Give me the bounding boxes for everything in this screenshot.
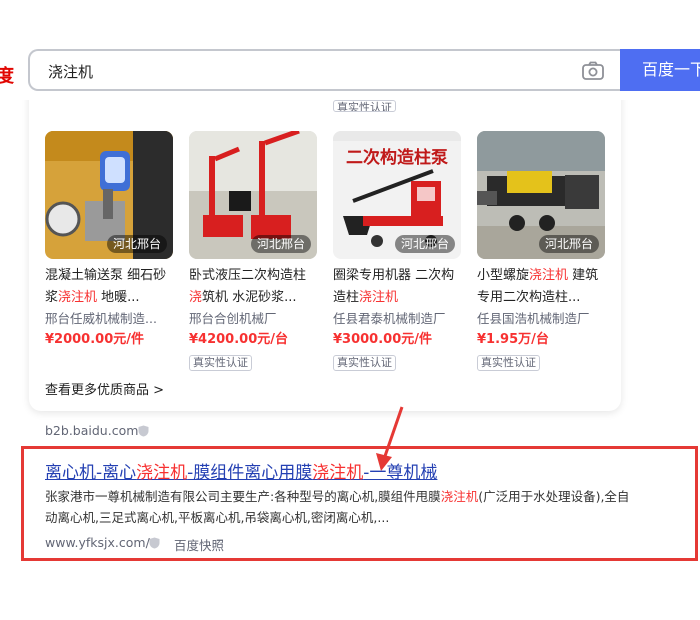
seller-name: 任县国浩机械制造厂 <box>477 311 590 326</box>
product-price: ¥4200.00元/台 <box>189 332 289 347</box>
more-products-link[interactable]: 查看更多优质商品 > <box>45 379 164 398</box>
product-title[interactable]: 圈梁专用机器 二次构造柱浇注机 <box>333 265 461 309</box>
product-image[interactable]: 二次构造柱泵 河北邢台 <box>333 131 461 259</box>
result-description: 张家港市一尊机械制造有限公司主要生产:各种型号的离心机,膜组件甩膜浇注机(广泛用… <box>45 489 630 525</box>
result-url[interactable]: www.yfksjx.com/ <box>45 535 150 550</box>
search-input[interactable]: 浇注机 <box>28 49 622 91</box>
product-item[interactable]: 河北邢台 混凝土输送泵 细石砂浆浇注机 地暖... 邢台任威机械制造... ¥2… <box>45 131 173 351</box>
seller-name: 邢台任威机械制造... <box>45 311 157 326</box>
search-results-page: 真实性认证 度 浇注机 百度一下 河北邢台 混凝土输送泵 细石砂浆浇注机 地暖.… <box>0 0 700 620</box>
verified-badge: 真实性认证 <box>333 100 396 112</box>
region-tag: 河北邢台 <box>106 235 167 253</box>
result-title-link[interactable]: 离心机-离心浇注机-膜组件离心用膜浇注机-一尊机械 <box>45 458 437 483</box>
shield-icon[interactable] <box>138 425 149 437</box>
product-title[interactable]: 混凝土输送泵 细石砂浆浇注机 地暖... <box>45 265 173 309</box>
product-image[interactable]: 河北邢台 <box>45 131 173 259</box>
product-image[interactable]: 河北邢台 <box>477 131 605 259</box>
product-price: ¥1.95万/台 <box>477 332 549 347</box>
source-domain[interactable]: b2b.baidu.com <box>45 423 138 438</box>
product-price: ¥2000.00元/件 <box>45 332 145 347</box>
region-tag: 河北邢台 <box>250 235 311 253</box>
snapshot-link[interactable]: 百度快照 <box>174 535 224 554</box>
seller-name: 邢台合创机械厂 <box>189 311 277 326</box>
seller-name: 任县君泰机械制造厂 <box>333 311 446 326</box>
verified-badge: 真实性认证 <box>333 355 396 371</box>
product-title[interactable]: 卧式液压二次构造柱浇筑机 水泥砂浆... <box>189 265 317 309</box>
product-image-caption: 二次构造柱泵 <box>346 147 448 168</box>
region-tag: 河北邢台 <box>538 235 599 253</box>
shield-icon[interactable] <box>149 537 160 549</box>
search-query[interactable]: 浇注机 <box>48 61 93 82</box>
product-item[interactable]: 河北邢台 卧式液压二次构造柱浇筑机 水泥砂浆... 邢台合创机械厂 ¥4200.… <box>189 131 317 371</box>
product-title[interactable]: 小型螺旋浇注机 建筑专用二次构造柱... <box>477 265 605 309</box>
camera-icon[interactable] <box>581 60 605 82</box>
search-button[interactable]: 百度一下 <box>620 49 700 91</box>
baidu-logo[interactable]: 度 <box>0 62 14 88</box>
verified-badge: 真实性认证 <box>189 355 252 371</box>
product-image[interactable]: 河北邢台 <box>189 131 317 259</box>
product-item[interactable]: 二次构造柱泵 河北邢台 圈梁专用机器 二次构造柱浇注机 任县君泰机械制造厂 ¥3… <box>333 131 461 371</box>
product-item[interactable]: 河北邢台 小型螺旋浇注机 建筑专用二次构造柱... 任县国浩机械制造厂 ¥1.9… <box>477 131 605 371</box>
verified-badge: 真实性认证 <box>477 355 540 371</box>
region-tag: 河北邢台 <box>394 235 455 253</box>
product-price: ¥3000.00元/件 <box>333 332 433 347</box>
